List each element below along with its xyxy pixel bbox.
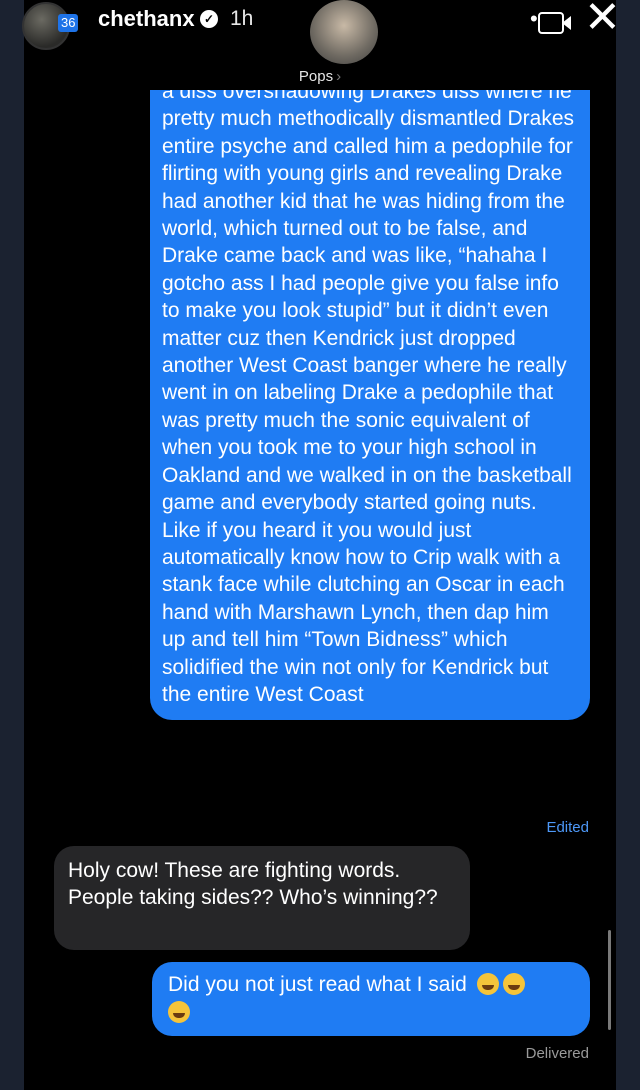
- verified-badge-icon: ✓: [200, 10, 218, 28]
- username[interactable]: chethanx: [98, 6, 195, 32]
- outgoing-message-bubble-2[interactable]: Did you not just read what I said: [152, 962, 590, 1036]
- story-frame: Pops › a diss overshadowing Drakes diss w…: [24, 0, 616, 1090]
- delivered-status: Delivered: [525, 1045, 589, 1062]
- laughing-emoji-icon: [502, 973, 525, 995]
- badge: 36: [58, 14, 79, 32]
- contact-name[interactable]: Pops ›: [24, 68, 616, 85]
- outgoing-message-text: Did you not just read what I said: [168, 973, 467, 996]
- post-time: 1h: [230, 7, 254, 30]
- message-thread: a diss overshadowing Drakes diss where h…: [24, 90, 616, 1090]
- incoming-message-bubble[interactable]: Holy cow! These are fighting words. Peop…: [54, 846, 470, 950]
- contact-name-label: Pops: [298, 68, 334, 85]
- laughing-emoji-icon: [168, 1001, 190, 1023]
- laughing-emoji-icon: [476, 973, 499, 995]
- outgoing-message-bubble[interactable]: a diss overshadowing Drakes diss where h…: [150, 90, 590, 721]
- close-icon[interactable]: ✕: [584, 0, 621, 40]
- video-camera-icon[interactable]: [538, 12, 571, 34]
- scrollbar[interactable]: [608, 930, 611, 1030]
- chevron-right-icon: ›: [336, 68, 342, 85]
- story-header: 36 chethanx ✓ 1h ••• ✕: [0, 0, 640, 50]
- edited-label[interactable]: Edited: [546, 819, 589, 836]
